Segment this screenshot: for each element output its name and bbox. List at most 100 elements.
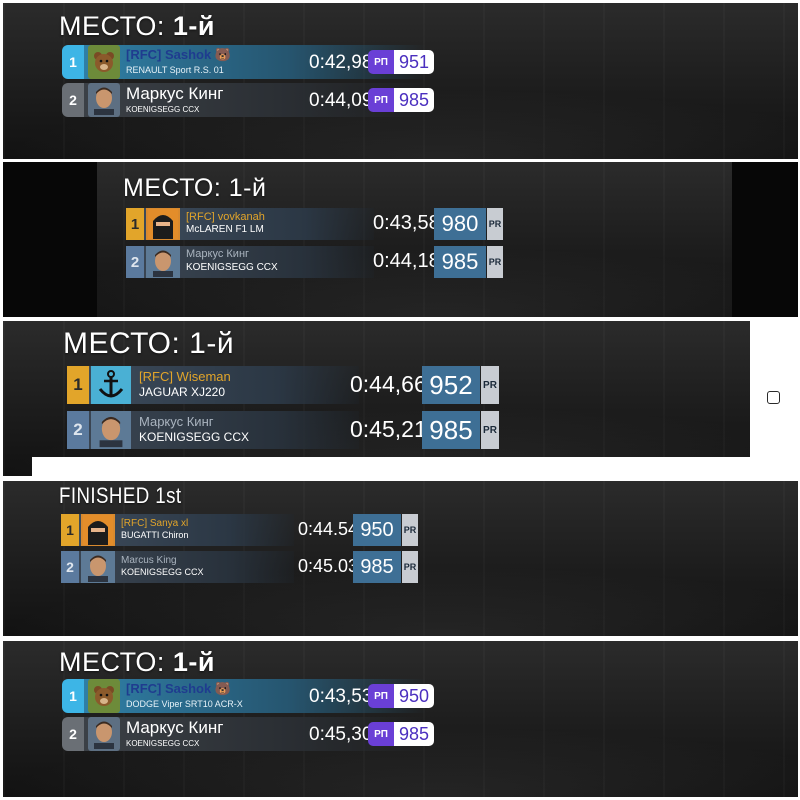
race-time: 0:44,66 — [350, 371, 427, 397]
letterbox-left — [3, 162, 97, 317]
player-name: [RFC] Sanya xl — [121, 518, 189, 529]
player-name: [RFC] Wiseman — [139, 369, 231, 384]
pr-tag: PR — [481, 366, 499, 404]
player-avatar-icon — [146, 246, 180, 278]
position-number: 1 — [62, 45, 84, 79]
car-name: BUGATTI Chiron — [121, 530, 189, 540]
rating-value: 985 — [434, 246, 486, 278]
player-avatar-icon — [91, 411, 131, 449]
race-result-panel-3: МЕСТО: 1-й 1 [RFC] Wiseman JAGUAR XJ220 … — [3, 321, 798, 476]
rating-value: 952 — [422, 366, 480, 404]
letterbox-right — [732, 162, 798, 317]
place-title: FINISHED 1st — [59, 483, 182, 509]
pr-tag: PR — [487, 208, 503, 240]
player-name: [RFC] vovkanah — [186, 211, 265, 223]
place-value: 1-й — [228, 174, 267, 202]
race-time: 0:43,58 — [373, 212, 440, 234]
car-name: McLAREN F1 LM — [186, 224, 264, 235]
rp-badge: РП — [368, 50, 394, 74]
player-name-text: [RFC] Sashok — [126, 47, 212, 62]
position-number: 2 — [62, 83, 84, 117]
pr-tag: PR — [487, 246, 503, 278]
race-result-panel-5: МЕСТО: 1-й 1 [RFC] Sashok 🐻 DODGE Viper … — [3, 641, 798, 797]
player-name-text: [RFC] Sashok — [126, 681, 212, 696]
place-label: МЕСТО: — [59, 11, 173, 41]
car-name: KOENIGSEGG CCX — [121, 567, 204, 577]
leaderboard-row-1: 1 [RFC] Sashok 🐻 RENAULT Sport R.S. 01 0… — [62, 45, 434, 79]
pr-tag: PR — [402, 551, 418, 583]
leaderboard-row-2: 2 Маркус Кинг KOENIGSEGG CCX 0:45,30 РП … — [62, 717, 434, 751]
player-name: Marcus King — [121, 555, 177, 566]
position-number: 2 — [61, 551, 79, 583]
rp-badge: РП — [368, 684, 394, 708]
race-result-panel-1: МЕСТО: 1-й 1 [RFC] Sashok 🐻 RENAULT Spor… — [3, 3, 798, 159]
pr-tag: PR — [481, 411, 499, 449]
rating-value: 985 — [353, 551, 401, 583]
place-title: МЕСТО: 1-й — [59, 647, 215, 678]
player-name: Маркус Кинг — [126, 84, 224, 103]
player-name: Маркус Кинг — [126, 718, 224, 737]
leaderboard-row-2: 2 Маркус Кинг KOENIGSEGG CCX 0:44,18 985… — [126, 246, 504, 278]
car-name: KOENIGSEGG CCX — [139, 430, 250, 444]
race-time: 0:43,53 — [309, 686, 373, 707]
bear-avatar-icon — [88, 45, 120, 79]
position-number: 2 — [126, 246, 144, 278]
car-name: RENAULT Sport R.S. 01 — [126, 65, 224, 75]
position-number: 2 — [67, 411, 89, 449]
rating-value: 980 — [434, 208, 486, 240]
position-number: 2 — [62, 717, 84, 751]
car-name: KOENIGSEGG CCX — [186, 262, 278, 273]
rp-badge: РП — [368, 722, 394, 746]
race-time: 0:45,30 — [309, 724, 373, 745]
race-time: 0:45.03 — [298, 556, 359, 576]
player-avatar-icon — [88, 717, 120, 751]
recent-apps-button-icon[interactable] — [767, 391, 780, 404]
anchor-avatar-icon — [91, 366, 131, 404]
place-title: МЕСТО: 1-й — [123, 174, 266, 203]
bear-emoji-icon: 🐻 — [214, 681, 232, 696]
place-label: FINISHED — [59, 483, 156, 508]
bear-emoji-icon: 🐻 — [214, 47, 232, 62]
rp-badge: РП — [368, 88, 394, 112]
position-number: 1 — [126, 208, 144, 240]
player-avatar-icon — [81, 551, 115, 583]
pr-tag: PR — [402, 514, 418, 546]
right-gutter — [750, 321, 798, 476]
car-name: DODGE Viper SRT10 ACR-X — [126, 699, 243, 709]
rating-value: 985 — [394, 88, 434, 112]
place-label: МЕСТО: — [123, 174, 229, 202]
place-label: МЕСТО: — [63, 327, 190, 360]
leaderboard-row-2: 2 Маркус Кинг KOENIGSEGG CCX 0:44,09 РП … — [62, 83, 434, 117]
player-avatar-icon — [88, 83, 120, 117]
player-name: Маркус Кинг — [186, 248, 250, 260]
player-name: Маркус Кинг — [139, 414, 214, 429]
bear-avatar-icon — [88, 679, 120, 713]
place-value: 1-й — [172, 647, 215, 677]
rating-value: 950 — [353, 514, 401, 546]
place-title: МЕСТО: 1-й — [59, 11, 215, 42]
race-time: 0:44,18 — [373, 250, 440, 272]
position-number: 1 — [67, 366, 89, 404]
place-value: 1-й — [189, 327, 235, 360]
rating-value: 985 — [394, 722, 434, 746]
player-name: [RFC] Sashok 🐻 — [126, 47, 231, 63]
race-time: 0:44.54 — [298, 519, 359, 539]
car-name: KOENIGSEGG CCX — [126, 739, 200, 748]
rating-value: 985 — [422, 411, 480, 449]
place-title: МЕСТО: 1-й — [63, 327, 234, 361]
leaderboard-row-2: 2 Маркус Кинг KOENIGSEGG CCX 0:45,21 985… — [67, 411, 499, 449]
white-strip — [32, 457, 750, 476]
player-name: [RFC] Sashok 🐻 — [126, 681, 231, 697]
position-number: 1 — [61, 514, 79, 546]
place-value: 1st — [155, 483, 182, 508]
car-name: KOENIGSEGG CCX — [126, 105, 200, 114]
leaderboard-row-1: 1 [RFC] Sashok 🐻 DODGE Viper SRT10 ACR-X… — [62, 679, 434, 713]
rating-value: 950 — [394, 684, 434, 708]
ninja-avatar-icon — [81, 514, 115, 546]
race-time: 0:44,09 — [309, 90, 373, 111]
rating-value: 951 — [394, 50, 434, 74]
leaderboard-row-1: 1 [RFC] Wiseman JAGUAR XJ220 0:44,66 952… — [67, 366, 499, 404]
race-result-panel-4: FINISHED 1st 1 [RFC] Sanya xl BUGATTI Ch… — [3, 481, 798, 636]
leaderboard-row-1: 1 [RFC] vovkanah McLAREN F1 LM 0:43,58 9… — [126, 208, 504, 240]
leaderboard-row-2: 2 Marcus King KOENIGSEGG CCX 0:45.03 985… — [61, 551, 419, 583]
